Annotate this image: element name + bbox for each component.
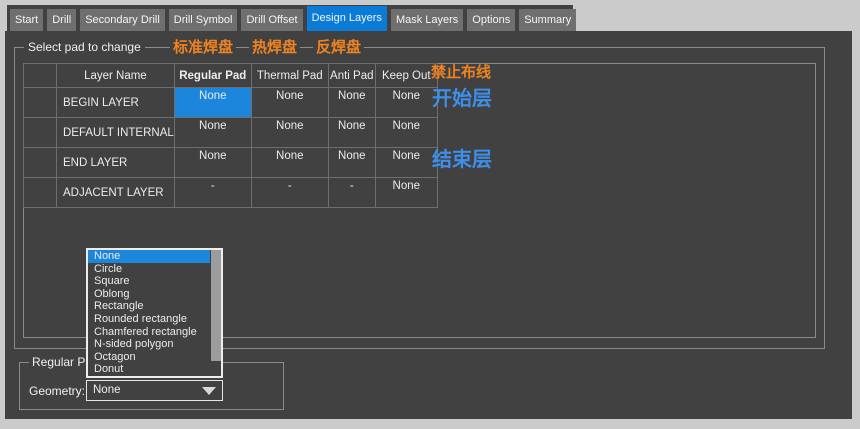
tab-mask-layers[interactable]: Mask Layers bbox=[391, 9, 463, 31]
tab-design-layers[interactable]: Design Layers bbox=[307, 6, 387, 31]
tab-drill-symbol[interactable]: Drill Symbol bbox=[169, 9, 238, 31]
select-pad-group-title: Select pad to change bbox=[24, 40, 145, 54]
tab-drill[interactable]: Drill bbox=[47, 9, 76, 31]
row-selector-cell[interactable] bbox=[24, 118, 57, 148]
table-row-adjacent-layer: ADJACENT LAYER - - - None bbox=[24, 178, 438, 208]
geometry-dropdown-list: None Circle Square Oblong Rectangle Roun… bbox=[86, 248, 223, 378]
dropdown-item-chamfered-rectangle[interactable]: Chamfered rectangle bbox=[88, 326, 221, 339]
header-regular-pad: Regular Pad bbox=[174, 64, 251, 88]
annotation-regular-pad-cn: 标准焊盘 bbox=[170, 39, 236, 56]
annotation-keep-out-cn: 禁止布线 bbox=[428, 64, 494, 81]
header-anti-pad: Anti Pad bbox=[328, 64, 375, 88]
row-selector-cell[interactable] bbox=[24, 88, 57, 118]
cell-internal-regular-pad[interactable]: None bbox=[174, 118, 251, 148]
dropdown-item-donut[interactable]: Donut bbox=[88, 363, 221, 376]
geometry-combobox[interactable]: None bbox=[86, 380, 223, 401]
dropdown-item-circle[interactable]: Circle bbox=[88, 263, 221, 276]
table-row-default-internal: DEFAULT INTERNAL None None None None bbox=[24, 118, 438, 148]
header-layer-name: Layer Name bbox=[57, 64, 175, 88]
dropdown-item-octagon[interactable]: Octagon bbox=[88, 351, 221, 364]
cell-adjacent-keep-out[interactable]: None bbox=[375, 178, 437, 208]
annotation-end-layer-cn: 结束层 bbox=[432, 148, 492, 172]
dialog-window: Start Drill Secondary Drill Drill Symbol… bbox=[0, 0, 860, 429]
pad-table: Layer Name Regular Pad Thermal Pad Anti … bbox=[23, 63, 438, 208]
cell-adjacent-regular-pad[interactable]: - bbox=[174, 178, 251, 208]
header-row-selector bbox=[24, 64, 57, 88]
annotation-thermal-pad-cn: 热焊盘 bbox=[249, 39, 300, 56]
layer-name-cell: ADJACENT LAYER bbox=[57, 178, 175, 208]
dropdown-item-square[interactable]: Square bbox=[88, 275, 221, 288]
cell-end-keep-out[interactable]: None bbox=[375, 148, 437, 178]
annotation-anti-pad-cn: 反焊盘 bbox=[313, 39, 364, 56]
tab-drill-offset[interactable]: Drill Offset bbox=[241, 9, 302, 31]
layer-name-cell: BEGIN LAYER bbox=[57, 88, 175, 118]
tab-summary[interactable]: Summary bbox=[519, 9, 576, 31]
tab-bar: Start Drill Secondary Drill Drill Symbol… bbox=[10, 6, 576, 31]
layer-name-cell: DEFAULT INTERNAL bbox=[57, 118, 175, 148]
dropdown-item-oblong[interactable]: Oblong bbox=[88, 288, 221, 301]
row-selector-cell[interactable] bbox=[24, 148, 57, 178]
dropdown-scrollbar[interactable] bbox=[210, 250, 221, 376]
cell-end-anti-pad[interactable]: None bbox=[328, 148, 375, 178]
header-thermal-pad: Thermal Pad bbox=[251, 64, 328, 88]
row-selector-cell[interactable] bbox=[24, 178, 57, 208]
cell-adjacent-anti-pad[interactable]: - bbox=[328, 178, 375, 208]
cell-internal-anti-pad[interactable]: None bbox=[328, 118, 375, 148]
cell-begin-regular-pad[interactable]: None bbox=[174, 88, 251, 118]
annotation-begin-layer-cn: 开始层 bbox=[432, 87, 492, 111]
table-row-begin-layer: BEGIN LAYER None None None None bbox=[24, 88, 438, 118]
table-row-end-layer: END LAYER None None None None bbox=[24, 148, 438, 178]
cell-internal-keep-out[interactable]: None bbox=[375, 118, 437, 148]
cell-begin-anti-pad[interactable]: None bbox=[328, 88, 375, 118]
geometry-label: Geometry: bbox=[29, 384, 85, 398]
scrollbar-thumb[interactable] bbox=[211, 250, 221, 361]
dropdown-item-rounded-rectangle[interactable]: Rounded rectangle bbox=[88, 313, 221, 326]
cell-end-thermal-pad[interactable]: None bbox=[251, 148, 328, 178]
dropdown-item-rectangle[interactable]: Rectangle bbox=[88, 300, 221, 313]
cell-internal-thermal-pad[interactable]: None bbox=[251, 118, 328, 148]
cell-end-regular-pad[interactable]: None bbox=[174, 148, 251, 178]
table-header-row: Layer Name Regular Pad Thermal Pad Anti … bbox=[24, 64, 438, 88]
geometry-combobox-value: None bbox=[93, 384, 121, 396]
chevron-down-icon[interactable] bbox=[202, 387, 216, 395]
cell-adjacent-thermal-pad[interactable]: - bbox=[251, 178, 328, 208]
tab-start[interactable]: Start bbox=[10, 9, 43, 31]
cell-begin-thermal-pad[interactable]: None bbox=[251, 88, 328, 118]
dropdown-item-n-sided-polygon[interactable]: N-sided polygon bbox=[88, 338, 221, 351]
tab-options[interactable]: Options bbox=[467, 9, 515, 31]
cell-begin-keep-out[interactable]: None bbox=[375, 88, 437, 118]
layer-name-cell: END LAYER bbox=[57, 148, 175, 178]
dropdown-item-none[interactable]: None bbox=[88, 250, 210, 263]
tab-secondary-drill[interactable]: Secondary Drill bbox=[80, 9, 165, 31]
